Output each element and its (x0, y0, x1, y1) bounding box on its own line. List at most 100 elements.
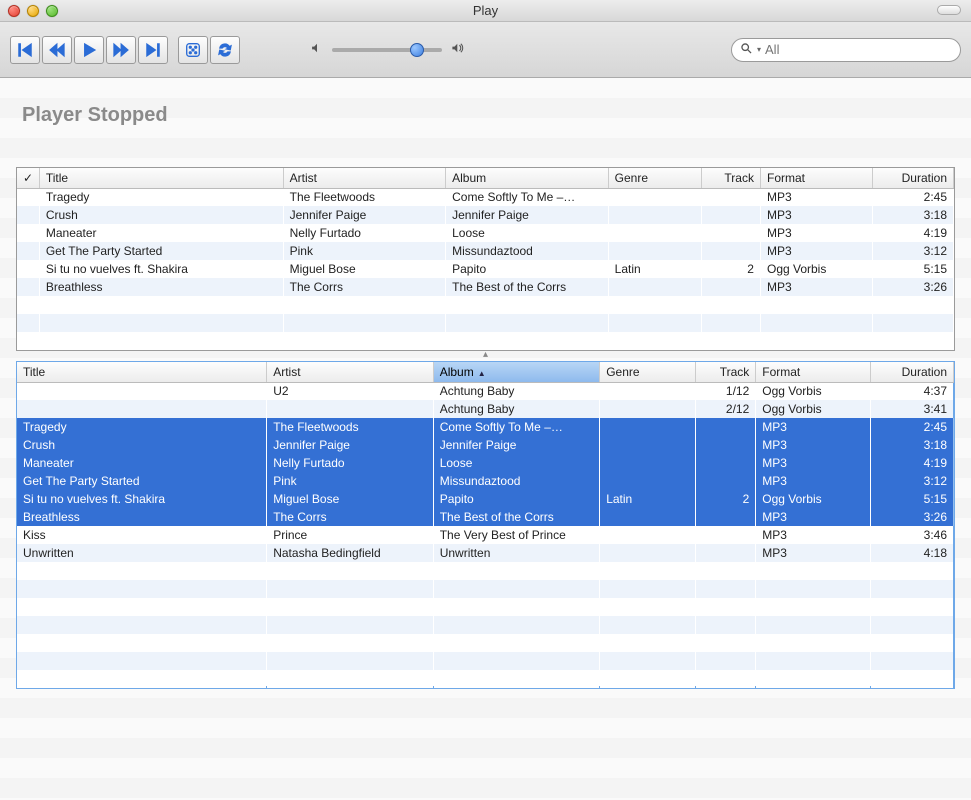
cell (600, 544, 696, 562)
cell: Ogg Vorbis (756, 382, 870, 400)
table-row[interactable]: Si tu no vuelves ft. ShakiraMiguel BoseP… (17, 260, 954, 278)
cell (17, 400, 267, 418)
table-row[interactable]: CrushJennifer PaigeJennifer PaigeMP33:18 (17, 436, 954, 454)
cell (702, 206, 761, 224)
volume-thumb[interactable] (410, 43, 424, 57)
toolbar-toggle-pill[interactable] (937, 5, 961, 15)
table-row-empty[interactable] (17, 634, 954, 652)
rewind-button[interactable] (42, 36, 72, 64)
col-artist[interactable]: Artist (267, 362, 433, 382)
cell: The Corrs (267, 508, 433, 526)
skip-back-icon (16, 41, 34, 59)
cell: MP3 (760, 278, 872, 296)
col-artist[interactable]: Artist (283, 168, 446, 188)
col-genre[interactable]: Genre (600, 362, 696, 382)
col-title[interactable]: Title (39, 168, 283, 188)
cell: Achtung Baby (433, 382, 599, 400)
search-icon (740, 42, 753, 58)
table-row[interactable]: ManeaterNelly FurtadoLooseMP34:19 (17, 454, 954, 472)
titlebar[interactable]: Play (0, 0, 971, 22)
table-row[interactable]: Get The Party StartedPinkMissundaztoodMP… (17, 472, 954, 490)
cell: The Best of the Corrs (433, 508, 599, 526)
minimize-button[interactable] (27, 5, 39, 17)
table-row[interactable]: U2Achtung Baby1/12Ogg Vorbis4:37 (17, 382, 954, 400)
table-row[interactable]: TragedyThe FleetwoodsCome Softly To Me –… (17, 188, 954, 206)
cell (695, 472, 755, 490)
search-input[interactable] (765, 42, 952, 57)
col-format[interactable]: Format (756, 362, 870, 382)
table-row[interactable]: Si tu no vuelves ft. ShakiraMiguel BoseP… (17, 490, 954, 508)
table-row-empty[interactable] (17, 332, 954, 350)
table-row[interactable]: TragedyThe FleetwoodsCome Softly To Me –… (17, 418, 954, 436)
cell: The Best of the Corrs (446, 278, 609, 296)
volume-slider[interactable] (332, 48, 442, 52)
cell (17, 260, 39, 278)
col-album-sorted[interactable]: Album▲ (433, 362, 599, 382)
table-row-empty[interactable] (17, 652, 954, 670)
search-menu-icon[interactable]: ▾ (757, 45, 761, 54)
col-duration[interactable]: Duration (872, 168, 953, 188)
cell: Tragedy (17, 418, 267, 436)
library-table[interactable]: Title Artist Album▲ Genre Track Format D… (17, 362, 954, 688)
cell: Missundaztood (446, 242, 609, 260)
cell (695, 508, 755, 526)
cell (608, 206, 701, 224)
sort-ascending-icon: ▲ (478, 369, 486, 378)
cell: Crush (39, 206, 283, 224)
fast-forward-button[interactable] (106, 36, 136, 64)
col-title[interactable]: Title (17, 362, 267, 382)
library-table-panel: Title Artist Album▲ Genre Track Format D… (16, 361, 955, 689)
zoom-button[interactable] (46, 5, 58, 17)
col-track[interactable]: Track (702, 168, 761, 188)
cell (17, 188, 39, 206)
col-track[interactable]: Track (695, 362, 755, 382)
col-duration[interactable]: Duration (870, 362, 953, 382)
cell: 4:19 (870, 454, 953, 472)
table-row-empty[interactable] (17, 616, 954, 634)
cell: 2 (702, 260, 761, 278)
table-row[interactable]: ManeaterNelly FurtadoLooseMP34:19 (17, 224, 954, 242)
cell: Miguel Bose (283, 260, 446, 278)
table-row-empty[interactable] (17, 598, 954, 616)
table-row-empty[interactable] (17, 670, 954, 688)
cell: 3:12 (872, 242, 953, 260)
player-status: Player Stopped (22, 104, 955, 127)
volume-low-icon (310, 41, 324, 58)
table-row-empty[interactable] (17, 580, 954, 598)
rewind-icon (48, 41, 66, 59)
prev-track-button[interactable] (10, 36, 40, 64)
col-format[interactable]: Format (760, 168, 872, 188)
cell: Nelly Furtado (267, 454, 433, 472)
next-track-button[interactable] (138, 36, 168, 64)
cell: Kiss (17, 526, 267, 544)
table-row[interactable]: KissPrinceThe Very Best of PrinceMP33:46 (17, 526, 954, 544)
queue-table[interactable]: ✓ Title Artist Album Genre Track Format … (17, 168, 954, 350)
table-row[interactable]: CrushJennifer PaigeJennifer PaigeMP33:18 (17, 206, 954, 224)
table-row[interactable]: BreathlessThe CorrsThe Best of the Corrs… (17, 278, 954, 296)
shuffle-button[interactable] (178, 36, 208, 64)
close-button[interactable] (8, 5, 20, 17)
cell (702, 242, 761, 260)
col-check[interactable]: ✓ (17, 168, 39, 188)
table-row[interactable]: BreathlessThe CorrsThe Best of the Corrs… (17, 508, 954, 526)
col-genre[interactable]: Genre (608, 168, 701, 188)
table-row[interactable]: Achtung Baby2/12Ogg Vorbis3:41 (17, 400, 954, 418)
cell: MP3 (756, 526, 870, 544)
repeat-button[interactable] (210, 36, 240, 64)
table-row-empty[interactable] (17, 296, 954, 314)
cell (608, 278, 701, 296)
play-button[interactable] (74, 36, 104, 64)
table-row[interactable]: UnwrittenNatasha BedingfieldUnwrittenMP3… (17, 544, 954, 562)
search-area: ▾ (731, 38, 961, 62)
cell: 4:37 (870, 382, 953, 400)
search-field[interactable]: ▾ (731, 38, 961, 62)
cell: Maneater (39, 224, 283, 242)
col-album[interactable]: Album (446, 168, 609, 188)
pane-splitter[interactable]: ▴ (16, 351, 955, 361)
cell (695, 544, 755, 562)
table-row[interactable]: Get The Party StartedPinkMissundaztoodMP… (17, 242, 954, 260)
table-row-empty[interactable] (17, 562, 954, 580)
cell (608, 242, 701, 260)
cell: Jennifer Paige (433, 436, 599, 454)
table-row-empty[interactable] (17, 314, 954, 332)
